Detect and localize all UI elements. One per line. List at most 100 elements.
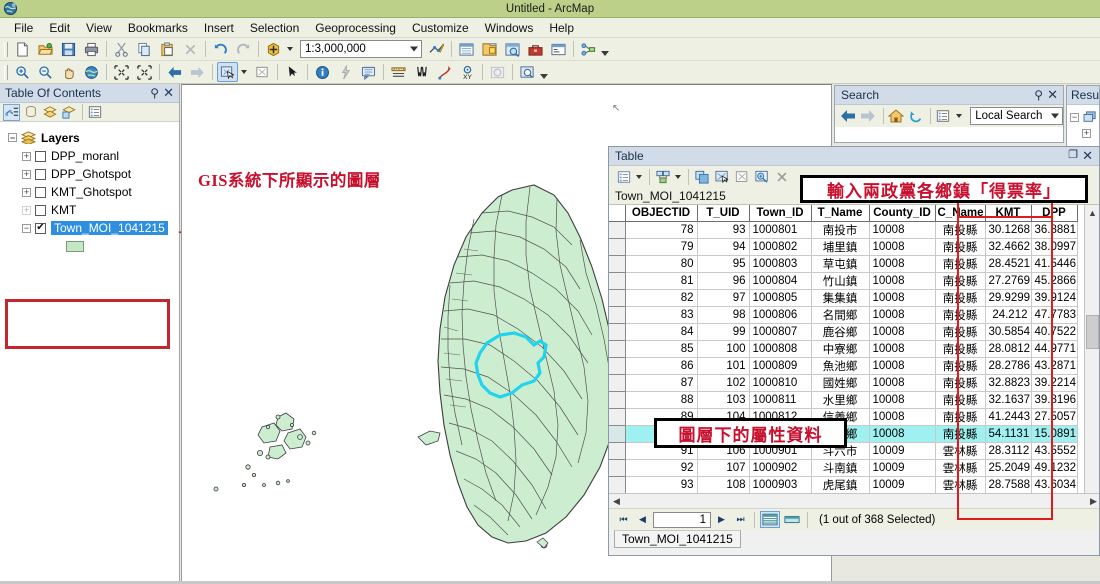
editor-toolbar-icon[interactable]	[426, 39, 447, 59]
table-row[interactable]: 84 99 1000807 鹿谷鄉 10008 南投縣 30.5854 40.7522	[609, 323, 1078, 341]
zoom-to-selected-icon[interactable]	[712, 167, 731, 186]
create-viewer-window-icon[interactable]	[517, 62, 538, 82]
toolbar-grip[interactable]	[2, 41, 9, 58]
chevron-down-icon[interactable]	[410, 46, 418, 52]
measure-icon[interactable]	[388, 62, 409, 82]
menu-customize[interactable]: Customize	[404, 19, 477, 37]
layer-item-kmt-ghotspot[interactable]: + KMT_Ghotspot	[4, 183, 179, 201]
column-header-c-name[interactable]: C_Name	[935, 205, 986, 222]
row-selector[interactable]	[609, 357, 626, 375]
table-row[interactable]: 80 95 1000803 草屯鎮 10008 南投縣 28.4521 41.5446	[609, 255, 1078, 273]
print-icon[interactable]	[81, 39, 102, 59]
column-header-kmt[interactable]: KMT	[985, 205, 1032, 222]
model-builder-icon[interactable]	[578, 39, 599, 59]
menu-geoprocessing[interactable]: Geoprocessing	[307, 19, 404, 37]
full-extent-icon[interactable]	[81, 62, 102, 82]
list-by-visibility-icon[interactable]	[41, 104, 58, 121]
switch-selection-icon[interactable]	[752, 167, 771, 186]
table-row[interactable]: 78 93 1000801 南投市 10008 南投縣 30.1268 36.8881	[609, 221, 1078, 239]
column-header-t-uid[interactable]: T_UID	[697, 205, 750, 222]
undo-icon[interactable]	[210, 39, 231, 59]
layer-visibility-checkbox[interactable]: ✔	[35, 222, 46, 234]
catalog-icon[interactable]	[479, 39, 500, 59]
menu-help[interactable]: Help	[541, 19, 582, 37]
layer-visibility-checkbox[interactable]	[35, 168, 46, 180]
scroll-right-icon[interactable]: ▶	[1086, 494, 1099, 509]
layer-item-kmt[interactable]: + KMT	[4, 201, 179, 219]
clear-selection-icon[interactable]	[252, 62, 273, 82]
open-folder-icon[interactable]	[35, 39, 56, 59]
table-row[interactable]: 83 98 1000806 名間鄉 10008 南投縣 24.212 47.7783	[609, 306, 1078, 324]
expand-icon[interactable]: +	[1082, 128, 1091, 138]
row-selector[interactable]	[609, 238, 626, 256]
attribute-grid[interactable]: OBJECTID T_UID Town_ID T_Name County_ID …	[609, 205, 1099, 508]
row-selector[interactable]	[609, 459, 626, 477]
show-all-records-icon[interactable]	[760, 511, 780, 528]
table-row[interactable]: 88 103 1000811 水里鄉 10008 南投縣 32.1637 39.8196	[609, 391, 1078, 409]
add-data-icon[interactable]	[263, 39, 284, 59]
expand-icon[interactable]: +	[22, 169, 31, 179]
next-record-button[interactable]: ▶	[713, 511, 730, 528]
menu-windows[interactable]: Windows	[477, 19, 542, 37]
layer-item-dpp-moranl[interactable]: + DPP_moranl	[4, 147, 179, 165]
back-arrow-icon[interactable]	[839, 107, 857, 126]
scrollbar-thumb[interactable]	[1086, 315, 1099, 349]
table-row[interactable]: 86 101 1000809 魚池鄉 10008 南投縣 28.2786 43.2871	[609, 357, 1078, 375]
layer-symbol-swatch[interactable]	[66, 240, 84, 252]
go-back-extent-icon[interactable]	[164, 62, 185, 82]
clear-selection-icon[interactable]	[732, 167, 751, 186]
row-selector[interactable]	[609, 374, 626, 392]
copy-icon[interactable]	[134, 39, 155, 59]
cut-icon[interactable]	[111, 39, 132, 59]
table-options-icon[interactable]	[614, 167, 633, 186]
related-tables-icon[interactable]	[653, 167, 672, 186]
fixed-zoom-out-icon[interactable]	[134, 62, 155, 82]
menu-file[interactable]: File	[6, 19, 41, 37]
list-by-drawing-order-icon[interactable]	[3, 103, 20, 121]
save-icon[interactable]	[58, 39, 79, 59]
table-row[interactable]: 79 94 1000802 埔里鎮 10008 南投縣 32.4662 38.0997	[609, 238, 1078, 256]
column-header-objectid[interactable]: OBJECTID	[625, 205, 698, 222]
row-selector[interactable]	[609, 306, 626, 324]
row-selector[interactable]	[609, 289, 626, 307]
layer-item-dpp-ghotspot[interactable]: + DPP_Ghotspot	[4, 165, 179, 183]
first-record-button[interactable]: ⏮	[615, 511, 632, 528]
row-selector[interactable]	[609, 323, 626, 341]
search-scope-dropdown[interactable]: Local Search	[970, 107, 1063, 125]
table-row[interactable]: 82 97 1000805 集集鎮 10008 南投縣 29.9299 39.9124	[609, 289, 1078, 307]
scroll-up-icon[interactable]: ▲	[1085, 205, 1099, 220]
find-icon[interactable]	[411, 62, 432, 82]
go-to-xy-icon[interactable]: XY	[457, 62, 478, 82]
toolbar-grip[interactable]	[2, 64, 9, 81]
arctoolbox-icon[interactable]	[525, 39, 546, 59]
table-row[interactable]: 87 102 1000810 國姓鄉 10008 南投縣 32.8823 39.2214	[609, 374, 1078, 392]
table-options-dropdown-icon[interactable]	[634, 167, 643, 186]
table-row[interactable]: 85 100 1000808 中寮鄉 10008 南投縣 28.0812 44.9771	[609, 340, 1078, 358]
list-by-selection-icon[interactable]	[60, 104, 77, 121]
table-of-contents-icon[interactable]	[456, 39, 477, 59]
results-tree-row[interactable]: −	[1070, 109, 1099, 125]
zoom-out-icon[interactable]	[35, 62, 56, 82]
pin-icon[interactable]: ⚲	[1034, 89, 1043, 101]
html-popup-icon[interactable]	[358, 62, 379, 82]
collapse-icon[interactable]: −	[8, 133, 17, 142]
chevron-down-icon[interactable]	[1050, 113, 1059, 119]
row-selector[interactable]	[609, 391, 626, 409]
show-selected-records-icon[interactable]	[782, 511, 802, 528]
pan-icon[interactable]	[58, 62, 79, 82]
select-elements-icon[interactable]	[282, 62, 303, 82]
toolbar-overflow-icon[interactable]	[600, 40, 610, 58]
table-row[interactable]: 81 96 1000804 竹山鎮 10008 南投縣 27.2769 45.2866	[609, 272, 1078, 290]
options-icon[interactable]	[86, 104, 103, 121]
layer-visibility-checkbox[interactable]	[35, 204, 46, 216]
grid-horizontal-scrollbar[interactable]: ◀ ▶	[609, 493, 1099, 508]
row-selector[interactable]	[609, 442, 626, 460]
close-icon[interactable]: ✕	[163, 86, 174, 99]
python-window-icon[interactable]	[548, 39, 569, 59]
row-selector[interactable]	[609, 425, 626, 443]
paste-icon[interactable]	[157, 39, 178, 59]
menu-view[interactable]: View	[78, 19, 120, 37]
grid-vertical-scrollbar[interactable]: ▲ ▼	[1084, 205, 1099, 508]
search-icon[interactable]	[502, 39, 523, 59]
close-icon[interactable]: ✕	[1047, 88, 1058, 101]
